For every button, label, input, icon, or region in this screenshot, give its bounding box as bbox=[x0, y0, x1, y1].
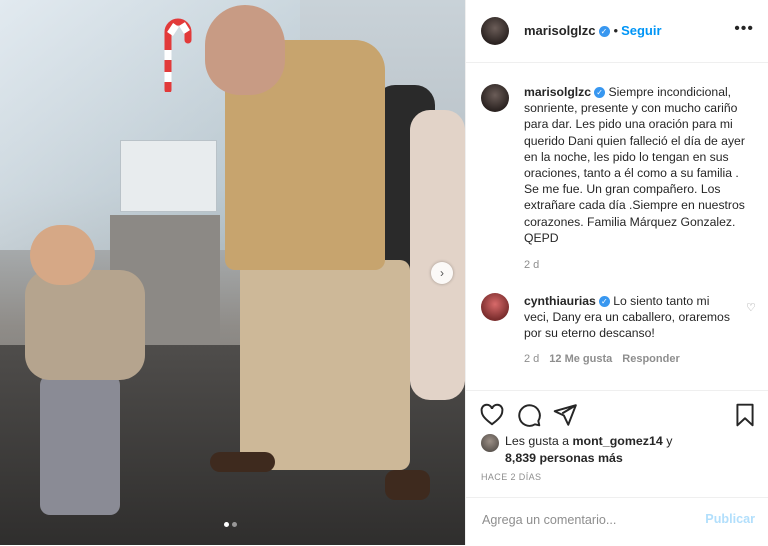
comment-likes[interactable]: 12 Me gusta bbox=[549, 353, 612, 365]
carousel-indicator bbox=[224, 522, 237, 527]
caption-avatar[interactable] bbox=[481, 84, 509, 112]
liker-avatar[interactable] bbox=[481, 434, 499, 452]
publish-button[interactable]: Publicar bbox=[705, 512, 755, 526]
instagram-post: › marisolglzc ✓ • Seguir ••• marisolglzc ✓ S… bbox=[0, 0, 768, 545]
verified-badge-icon: ✓ bbox=[594, 87, 606, 99]
caption-time: 2 d bbox=[524, 259, 540, 271]
comments-section: marisolglzc ✓ Siempre incondicional, sonr… bbox=[466, 63, 768, 389]
more-icon[interactable]: ••• bbox=[734, 20, 754, 38]
chevron-right-icon[interactable]: › bbox=[431, 262, 453, 284]
likes-prefix: Les gusta a bbox=[505, 434, 570, 448]
share-icon[interactable] bbox=[552, 402, 578, 428]
likes-count[interactable]: 8,839 personas más bbox=[505, 451, 623, 465]
heart-icon[interactable] bbox=[479, 402, 505, 428]
liker-username[interactable]: mont_gomez14 bbox=[573, 434, 663, 448]
carousel-dot bbox=[224, 522, 229, 527]
caption-username[interactable]: marisolglzc bbox=[524, 85, 591, 99]
comment-icon[interactable] bbox=[516, 402, 542, 428]
likes-summary: Les gusta a mont_gomez14 y 8,839 persona… bbox=[481, 433, 761, 467]
verified-badge-icon: ✓ bbox=[598, 296, 610, 308]
comment-input[interactable] bbox=[480, 512, 684, 528]
follow-button[interactable]: Seguir bbox=[621, 23, 661, 38]
author-line: marisolglzc ✓ • Seguir bbox=[524, 23, 662, 38]
comment-meta: 2 d 12 Me gusta Responder bbox=[524, 353, 680, 365]
heart-icon[interactable]: ♡ bbox=[746, 301, 756, 314]
bookmark-icon[interactable] bbox=[732, 402, 758, 428]
girl-vest bbox=[25, 270, 145, 380]
shoe bbox=[210, 452, 275, 472]
likes-connector: y bbox=[666, 434, 673, 448]
author-username[interactable]: marisolglzc bbox=[524, 23, 596, 38]
shoe bbox=[385, 470, 430, 500]
man-head bbox=[205, 5, 285, 95]
verified-badge-icon: ✓ bbox=[598, 26, 610, 38]
post-header: marisolglzc ✓ • Seguir ••• bbox=[466, 0, 768, 63]
separator-dot: • bbox=[613, 23, 619, 38]
caption-text: Siempre incondicional, sonriente, presen… bbox=[524, 85, 745, 245]
likes-text: Les gusta a mont_gomez14 y 8,839 persona… bbox=[505, 433, 672, 467]
man-trousers bbox=[240, 260, 410, 470]
candy-cane-decoration bbox=[164, 18, 192, 92]
comment-text-block: cynthiaurias ✓ Lo siento tanto mi veci, D… bbox=[524, 293, 734, 342]
background-person bbox=[410, 110, 465, 400]
info-sign bbox=[120, 140, 217, 212]
post-photo[interactable]: › bbox=[0, 0, 465, 545]
post-date[interactable]: HACE 2 DÍAS bbox=[481, 472, 541, 482]
comment-time: 2 d bbox=[524, 353, 540, 365]
girl-pants bbox=[40, 375, 120, 515]
add-comment-bar: Publicar bbox=[466, 497, 768, 546]
reply-button[interactable]: Responder bbox=[622, 353, 679, 365]
comment-avatar[interactable] bbox=[481, 293, 509, 321]
girl-head bbox=[30, 225, 95, 285]
carousel-dot bbox=[232, 522, 237, 527]
comment-username[interactable]: cynthiaurias bbox=[524, 294, 596, 308]
caption-text-block: marisolglzc ✓ Siempre incondicional, sonr… bbox=[524, 84, 756, 246]
post-side-panel: marisolglzc ✓ • Seguir ••• marisolglzc ✓ Sie… bbox=[465, 0, 768, 545]
author-avatar[interactable] bbox=[481, 17, 509, 45]
